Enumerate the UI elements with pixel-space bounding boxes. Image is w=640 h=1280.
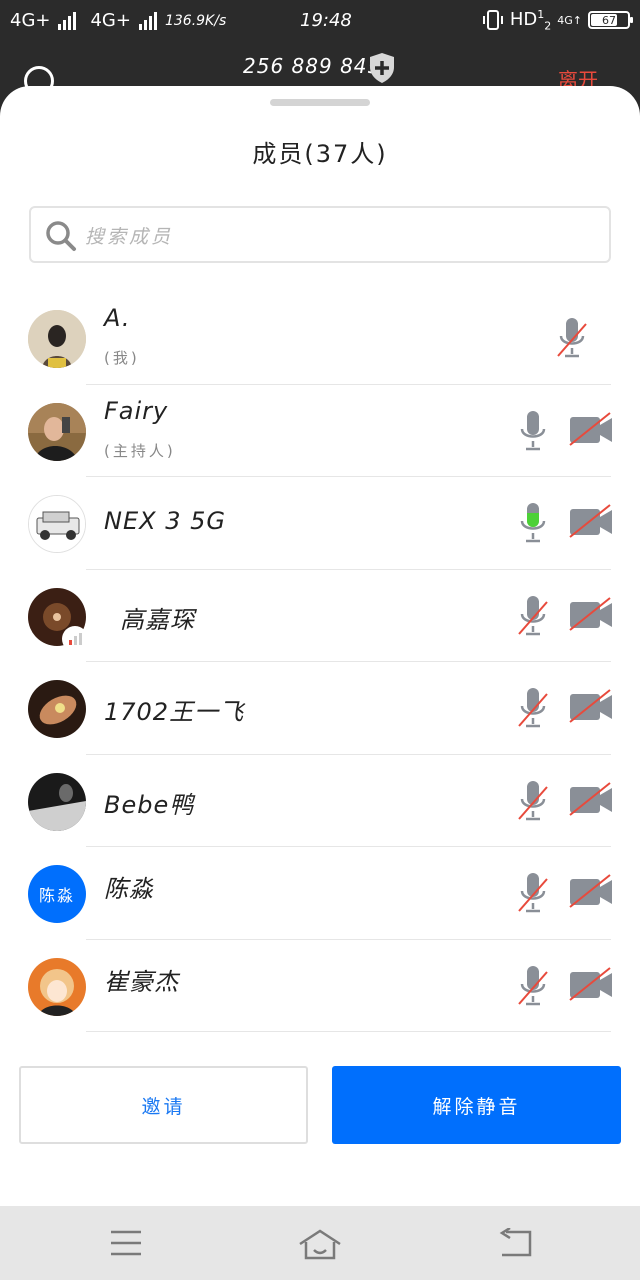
search-icon xyxy=(46,221,76,251)
camera-off-icon[interactable] xyxy=(568,503,614,541)
status-bar: 4G+ 4G+ 136.9K/s 19:48 HD12 4G↑ 67 xyxy=(0,0,640,44)
hd-label: HD12 xyxy=(509,8,552,33)
member-row[interactable]: 1702王一飞 xyxy=(0,662,640,755)
camera-off-icon[interactable] xyxy=(568,411,614,449)
search-placeholder: 搜索成员 xyxy=(85,226,174,248)
invite-button[interactable]: 邀请 xyxy=(19,1066,308,1144)
camera-off-icon[interactable] xyxy=(568,781,614,819)
lte-label: 4G↑ xyxy=(557,13,582,27)
avatar xyxy=(28,957,86,1016)
network-label-1: 4G+ xyxy=(10,10,51,31)
member-name: 高嘉琛 xyxy=(120,605,195,634)
mic-speaking-icon[interactable] xyxy=(517,501,549,545)
camera-off-icon[interactable] xyxy=(568,596,614,634)
member-name: 陈淼 xyxy=(104,875,154,903)
menu-icon[interactable] xyxy=(110,1230,142,1256)
mic-muted-icon[interactable] xyxy=(517,871,549,915)
talking-indicator-icon xyxy=(62,625,88,652)
search-input[interactable]: 搜索成员 xyxy=(29,206,611,263)
mic-muted-icon[interactable] xyxy=(556,316,588,360)
member-row[interactable]: A. (我) xyxy=(0,292,640,385)
member-row[interactable]: Fairy (主持人) xyxy=(0,385,640,477)
row-divider xyxy=(86,1031,611,1032)
signal-icon xyxy=(58,11,77,30)
vibrate-icon xyxy=(482,10,503,31)
member-row[interactable]: 崔豪杰 xyxy=(0,940,640,1032)
clock: 19:48 xyxy=(300,10,352,31)
signal-icon xyxy=(138,11,157,30)
meeting-id: 256 889 845 xyxy=(243,54,382,78)
member-list: A. (我) Fairy (主持人) NEX 3 5G 高嘉琛 1702王一飞 … xyxy=(0,292,640,1032)
member-name: 崔豪杰 xyxy=(104,967,179,996)
camera-off-icon[interactable] xyxy=(568,688,614,726)
member-row[interactable]: 陈淼 陈淼 xyxy=(0,847,640,940)
member-row[interactable]: 高嘉琛 xyxy=(0,570,640,662)
avatar xyxy=(28,402,86,461)
home-icon[interactable] xyxy=(298,1228,342,1260)
avatar xyxy=(28,680,86,738)
system-nav-bar xyxy=(0,1206,640,1280)
unmute-all-button[interactable]: 解除静音 xyxy=(332,1066,621,1144)
member-name: Fairy xyxy=(104,396,169,425)
camera-off-icon[interactable] xyxy=(568,966,614,1004)
members-sheet: 成员(37人) 搜索成员 A. (我) Fairy (主持人) NEX 3 5G… xyxy=(0,86,640,1206)
mic-muted-icon[interactable] xyxy=(517,964,549,1008)
network-speed: 136.9K/s xyxy=(164,12,227,29)
member-name: 1702王一飞 xyxy=(104,698,245,726)
avatar: 陈淼 xyxy=(28,865,86,923)
member-name: Bebe鸭 xyxy=(104,790,195,819)
sheet-title: 成员(37人) xyxy=(252,140,388,168)
mic-muted-icon[interactable] xyxy=(517,594,549,638)
drag-handle[interactable] xyxy=(270,99,370,106)
member-role: (我) xyxy=(104,349,140,367)
avatar xyxy=(28,310,86,368)
avatar xyxy=(28,495,86,553)
avatar xyxy=(28,772,86,831)
shield-icon[interactable] xyxy=(368,52,396,84)
member-row[interactable]: Bebe鸭 xyxy=(0,755,640,847)
member-name: A. xyxy=(104,304,131,332)
mic-muted-icon[interactable] xyxy=(517,686,549,730)
member-role: (主持人) xyxy=(104,441,176,460)
back-icon[interactable] xyxy=(498,1228,532,1258)
camera-off-icon[interactable] xyxy=(568,873,614,911)
member-row[interactable]: NEX 3 5G xyxy=(0,477,640,570)
mic-muted-icon[interactable] xyxy=(517,779,549,823)
battery-icon: 67 xyxy=(588,11,633,30)
mic-icon[interactable] xyxy=(517,409,549,453)
network-label-2: 4G+ xyxy=(90,10,131,31)
member-name: NEX 3 5G xyxy=(104,507,226,535)
